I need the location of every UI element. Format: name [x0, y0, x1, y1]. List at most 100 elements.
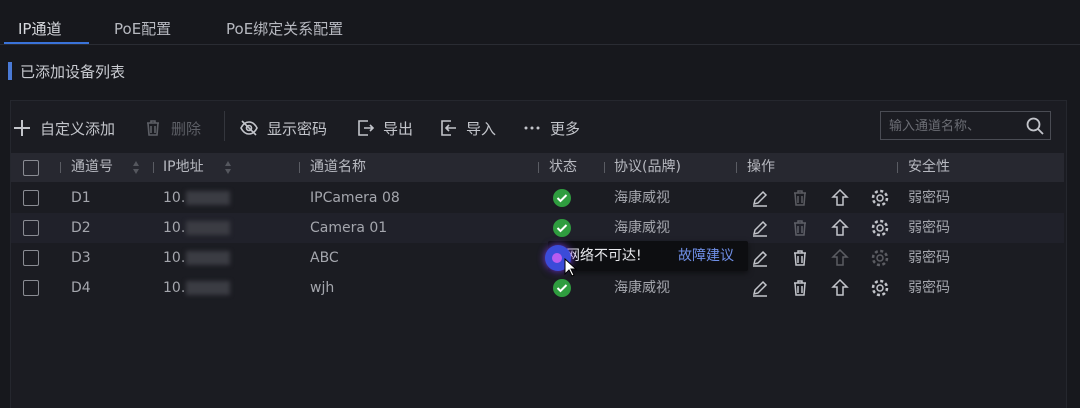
- channel-cell: D1: [71, 190, 91, 206]
- section-title: 已添加设备列表: [20, 62, 126, 81]
- edit-icon[interactable]: [750, 248, 770, 268]
- ip-redacted: [186, 281, 231, 295]
- delete-button[interactable]: 删除: [143, 118, 201, 138]
- ip-prefix: 10.: [163, 220, 186, 236]
- section-accent-bar: [8, 62, 12, 80]
- security-cell: 弱密码: [908, 250, 950, 266]
- column-separator: [897, 162, 898, 173]
- section-header: 已添加设备列表: [8, 62, 126, 81]
- column-separator: [604, 162, 605, 173]
- tab-poe-binding[interactable]: PoE绑定关系配置: [226, 0, 343, 44]
- ip-prefix: 10.: [163, 250, 186, 266]
- delete-button-label: 删除: [171, 119, 202, 138]
- tab-ip-channel[interactable]: IP通道: [18, 0, 61, 44]
- toolbar-divider: [224, 111, 225, 141]
- ip-cell: 10.: [163, 183, 231, 213]
- column-header-ip[interactable]: IP地址: [163, 153, 204, 182]
- tab-poe-config[interactable]: PoE配置: [114, 0, 171, 44]
- ip-cell: 10.: [163, 213, 231, 243]
- troubleshoot-link[interactable]: 故障建议: [678, 241, 734, 271]
- upgrade-arrow-icon[interactable]: [830, 278, 850, 298]
- trash-icon[interactable]: [790, 278, 810, 298]
- upgrade-arrow-icon[interactable]: [830, 188, 850, 208]
- trash-icon: [147, 120, 159, 136]
- search-icon[interactable]: [1025, 116, 1045, 136]
- column-header-channel-no[interactable]: 通道号: [71, 153, 113, 182]
- export-button[interactable]: 导出: [355, 118, 413, 138]
- row-checkbox[interactable]: [23, 190, 39, 206]
- ip-redacted: [186, 221, 231, 235]
- column-separator: [153, 162, 154, 173]
- column-separator: [60, 162, 61, 173]
- security-cell: 弱密码: [908, 280, 950, 296]
- protocol-cell: 海康威视: [614, 220, 670, 236]
- trash-icon[interactable]: [790, 188, 810, 208]
- column-header-name[interactable]: 通道名称: [310, 153, 366, 182]
- security-cell: 弱密码: [908, 190, 950, 206]
- more-label: 更多: [550, 119, 581, 138]
- edit-icon[interactable]: [750, 218, 770, 238]
- import-label: 导入: [466, 119, 497, 138]
- name-cell: Camera 01: [310, 220, 388, 236]
- gear-icon[interactable]: [870, 278, 890, 298]
- show-password-button[interactable]: 显示密码: [239, 118, 327, 138]
- eye-off-icon: [240, 120, 258, 136]
- gear-icon[interactable]: [870, 218, 890, 238]
- protocol-cell: 海康威视: [614, 190, 670, 206]
- security-cell: 弱密码: [908, 220, 950, 236]
- plus-icon: [14, 120, 30, 136]
- import-button[interactable]: 导入: [438, 118, 496, 138]
- ip-redacted: [186, 251, 231, 265]
- column-separator: [538, 162, 539, 173]
- search-box: [880, 111, 1051, 141]
- trash-icon[interactable]: [790, 218, 810, 238]
- column-header-security[interactable]: 安全性: [908, 153, 950, 182]
- column-separator: [736, 162, 737, 173]
- online-status-icon: [553, 219, 571, 237]
- upgrade-arrow-icon[interactable]: [830, 248, 850, 268]
- upgrade-arrow-icon[interactable]: [830, 218, 850, 238]
- channel-cell: D2: [71, 220, 91, 236]
- export-icon: [358, 120, 375, 136]
- ip-cell: 10.: [163, 273, 231, 303]
- edit-icon[interactable]: [750, 278, 770, 298]
- trash-icon[interactable]: [790, 248, 810, 268]
- show-password-label: 显示密码: [267, 119, 328, 138]
- channel-cell: D4: [71, 280, 91, 296]
- column-header-operation: 操作: [747, 159, 775, 175]
- select-all-checkbox[interactable]: [23, 160, 39, 176]
- protocol-cell: 海康威视: [614, 280, 670, 296]
- name-cell: wjh: [310, 280, 335, 296]
- ip-prefix: 10.: [163, 280, 186, 296]
- tab-bar: IP通道 PoE配置 PoE绑定关系配置: [0, 0, 1080, 45]
- ip-redacted: [186, 191, 231, 205]
- row-checkbox[interactable]: [23, 220, 39, 236]
- sort-icon[interactable]: [132, 160, 140, 175]
- gear-icon[interactable]: [870, 248, 890, 268]
- active-tab-indicator: [4, 42, 89, 44]
- name-cell: IPCamera 08: [310, 190, 400, 206]
- column-separator: [299, 162, 300, 173]
- row-checkbox[interactable]: [23, 280, 39, 296]
- online-status-icon: [553, 189, 571, 207]
- mouse-cursor-icon: [564, 258, 578, 277]
- more-button[interactable]: 更多: [522, 118, 580, 138]
- import-icon: [441, 120, 456, 136]
- ip-prefix: 10.: [163, 190, 186, 206]
- edit-icon[interactable]: [750, 188, 770, 208]
- add-button-label: 自定义添加: [40, 119, 116, 138]
- row-checkbox[interactable]: [23, 250, 39, 266]
- search-input[interactable]: [881, 112, 1031, 141]
- column-header-status[interactable]: 状态: [549, 153, 577, 182]
- column-header-protocol[interactable]: 协议(品牌): [614, 153, 681, 182]
- name-cell: ABC: [310, 250, 339, 266]
- sort-icon[interactable]: [224, 160, 232, 175]
- online-status-icon: [553, 279, 571, 297]
- add-button[interactable]: 自定义添加: [12, 118, 115, 138]
- status-tooltip: 网络不可达! 故障建议: [548, 241, 748, 271]
- gear-icon[interactable]: [870, 188, 890, 208]
- more-icon: [524, 126, 540, 130]
- export-label: 导出: [383, 119, 414, 138]
- channel-cell: D3: [71, 250, 91, 266]
- ip-cell: 10.: [163, 243, 231, 273]
